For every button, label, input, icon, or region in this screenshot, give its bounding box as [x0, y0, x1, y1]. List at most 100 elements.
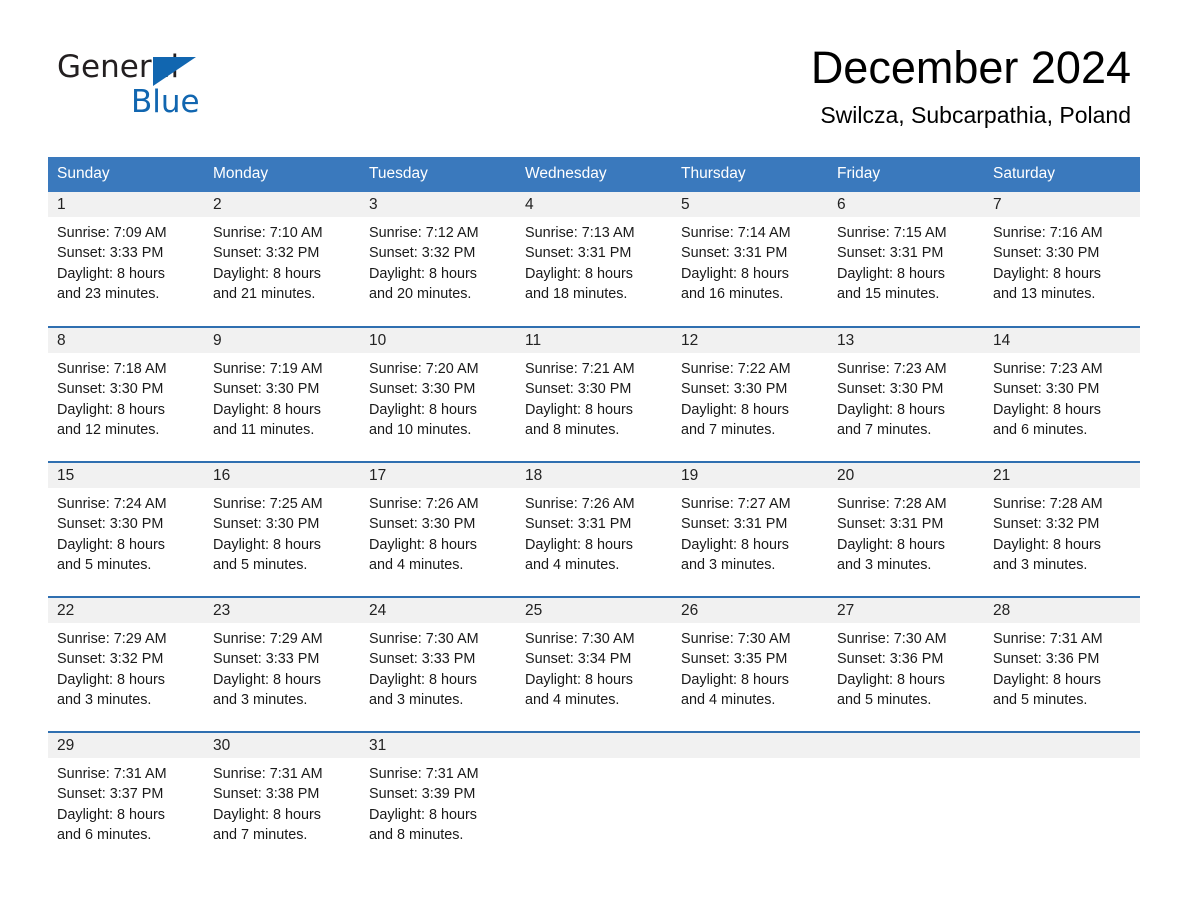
daylight-text-line1: Daylight: 8 hours [57, 536, 165, 553]
day-cell[interactable]: 19 Sunrise: 7:27 AM Sunset: 3:31 PM Dayl… [672, 461, 828, 597]
sunset-text: Sunset: 3:31 PM [837, 516, 944, 533]
day-number: 14 [984, 328, 1140, 353]
sunrise-text: Sunrise: 7:28 AM [837, 496, 947, 512]
daylight-text-line2: and 6 minutes. [57, 826, 152, 843]
sunset-text: Sunset: 3:37 PM [57, 786, 164, 803]
day-cell[interactable]: 31 Sunrise: 7:31 AM Sunset: 3:39 PM Dayl… [360, 731, 516, 867]
day-number: 22 [48, 598, 204, 623]
day-number: 3 [360, 192, 516, 217]
day-cell[interactable]: 13 Sunrise: 7:23 AM Sunset: 3:30 PM Dayl… [828, 326, 984, 462]
day-cell[interactable]: 29 Sunrise: 7:31 AM Sunset: 3:37 PM Dayl… [48, 731, 204, 867]
sunrise-text: Sunrise: 7:29 AM [213, 631, 323, 647]
day-number: 10 [360, 328, 516, 353]
daylight-text-line1: Daylight: 8 hours [369, 671, 477, 688]
day-details: Sunrise: 7:27 AM Sunset: 3:31 PM Dayligh… [672, 488, 828, 575]
day-cell[interactable]: 26 Sunrise: 7:30 AM Sunset: 3:35 PM Dayl… [672, 596, 828, 732]
day-cell[interactable]: 12 Sunrise: 7:22 AM Sunset: 3:30 PM Dayl… [672, 326, 828, 462]
day-cell[interactable]: 1 Sunrise: 7:09 AM Sunset: 3:33 PM Dayli… [48, 192, 204, 327]
daylight-text-line1: Daylight: 8 hours [681, 671, 789, 688]
day-cell[interactable]: 20 Sunrise: 7:28 AM Sunset: 3:31 PM Dayl… [828, 461, 984, 597]
day-cell[interactable]: 15 Sunrise: 7:24 AM Sunset: 3:30 PM Dayl… [48, 461, 204, 597]
day-cell[interactable]: 14 Sunrise: 7:23 AM Sunset: 3:30 PM Dayl… [984, 326, 1140, 462]
day-cell[interactable]: 18 Sunrise: 7:26 AM Sunset: 3:31 PM Dayl… [516, 461, 672, 597]
sunset-text: Sunset: 3:30 PM [57, 381, 164, 398]
weekday-header-row: Sunday Monday Tuesday Wednesday Thursday… [48, 157, 1140, 192]
day-cell-empty [672, 731, 828, 867]
day-cell[interactable]: 30 Sunrise: 7:31 AM Sunset: 3:38 PM Dayl… [204, 731, 360, 867]
daylight-text-line2: and 13 minutes. [993, 285, 1096, 302]
daylight-text-line1: Daylight: 8 hours [213, 536, 321, 553]
sunset-text: Sunset: 3:31 PM [525, 516, 632, 533]
day-details: Sunrise: 7:30 AM Sunset: 3:35 PM Dayligh… [672, 623, 828, 710]
day-cell[interactable]: 2 Sunrise: 7:10 AM Sunset: 3:32 PM Dayli… [204, 192, 360, 327]
daylight-text-line1: Daylight: 8 hours [369, 806, 477, 823]
daylight-text-line1: Daylight: 8 hours [681, 265, 789, 282]
calendar-body: 1 Sunrise: 7:09 AM Sunset: 3:33 PM Dayli… [48, 192, 1140, 867]
calendar-page: General Blue December 2024 Swilcza, Subc… [0, 0, 1188, 918]
sunrise-text: Sunrise: 7:12 AM [369, 225, 479, 241]
day-cell[interactable]: 25 Sunrise: 7:30 AM Sunset: 3:34 PM Dayl… [516, 596, 672, 732]
daylight-text-line1: Daylight: 8 hours [369, 536, 477, 553]
day-cell[interactable]: 27 Sunrise: 7:30 AM Sunset: 3:36 PM Dayl… [828, 596, 984, 732]
day-number: 2 [204, 192, 360, 217]
day-cell[interactable]: 28 Sunrise: 7:31 AM Sunset: 3:36 PM Dayl… [984, 596, 1140, 732]
day-number [984, 733, 1140, 758]
day-cell[interactable]: 24 Sunrise: 7:30 AM Sunset: 3:33 PM Dayl… [360, 596, 516, 732]
sunset-text: Sunset: 3:33 PM [369, 651, 476, 668]
weekday-header-wednesday: Wednesday [516, 157, 672, 192]
day-number: 30 [204, 733, 360, 758]
day-cell[interactable]: 22 Sunrise: 7:29 AM Sunset: 3:32 PM Dayl… [48, 596, 204, 732]
day-number [828, 733, 984, 758]
day-cell[interactable]: 21 Sunrise: 7:28 AM Sunset: 3:32 PM Dayl… [984, 461, 1140, 597]
day-number: 26 [672, 598, 828, 623]
sunrise-text: Sunrise: 7:09 AM [57, 225, 167, 241]
day-cell[interactable]: 10 Sunrise: 7:20 AM Sunset: 3:30 PM Dayl… [360, 326, 516, 462]
day-cell[interactable]: 6 Sunrise: 7:15 AM Sunset: 3:31 PM Dayli… [828, 192, 984, 327]
daylight-text-line2: and 3 minutes. [993, 556, 1088, 573]
daylight-text-line2: and 3 minutes. [213, 691, 308, 708]
title-block: December 2024 Swilcza, Subcarpathia, Pol… [811, 44, 1131, 129]
day-number: 29 [48, 733, 204, 758]
day-number: 19 [672, 463, 828, 488]
weekday-header-thursday: Thursday [672, 157, 828, 192]
daylight-text-line2: and 7 minutes. [681, 421, 776, 438]
daylight-text-line2: and 18 minutes. [525, 285, 628, 302]
day-details: Sunrise: 7:25 AM Sunset: 3:30 PM Dayligh… [204, 488, 360, 575]
day-cell[interactable]: 9 Sunrise: 7:19 AM Sunset: 3:30 PM Dayli… [204, 326, 360, 462]
day-number: 7 [984, 192, 1140, 217]
day-cell[interactable]: 8 Sunrise: 7:18 AM Sunset: 3:30 PM Dayli… [48, 326, 204, 462]
general-blue-logo[interactable]: General Blue [57, 52, 317, 118]
daylight-text-line1: Daylight: 8 hours [681, 401, 789, 418]
day-cell[interactable]: 11 Sunrise: 7:21 AM Sunset: 3:30 PM Dayl… [516, 326, 672, 462]
day-cell[interactable]: 16 Sunrise: 7:25 AM Sunset: 3:30 PM Dayl… [204, 461, 360, 597]
daylight-text-line1: Daylight: 8 hours [213, 265, 321, 282]
day-details: Sunrise: 7:20 AM Sunset: 3:30 PM Dayligh… [360, 353, 516, 440]
day-number: 25 [516, 598, 672, 623]
day-cell[interactable]: 3 Sunrise: 7:12 AM Sunset: 3:32 PM Dayli… [360, 192, 516, 327]
daylight-text-line1: Daylight: 8 hours [993, 401, 1101, 418]
sunrise-text: Sunrise: 7:26 AM [525, 496, 635, 512]
sunset-text: Sunset: 3:32 PM [213, 245, 320, 262]
day-details: Sunrise: 7:23 AM Sunset: 3:30 PM Dayligh… [828, 353, 984, 440]
day-cell[interactable]: 5 Sunrise: 7:14 AM Sunset: 3:31 PM Dayli… [672, 192, 828, 327]
day-details: Sunrise: 7:29 AM Sunset: 3:33 PM Dayligh… [204, 623, 360, 710]
sunset-text: Sunset: 3:34 PM [525, 651, 632, 668]
day-details: Sunrise: 7:21 AM Sunset: 3:30 PM Dayligh… [516, 353, 672, 440]
day-details: Sunrise: 7:23 AM Sunset: 3:30 PM Dayligh… [984, 353, 1140, 440]
daylight-text-line2: and 12 minutes. [57, 421, 160, 438]
daylight-text-line2: and 5 minutes. [57, 556, 152, 573]
daylight-text-line2: and 4 minutes. [525, 691, 620, 708]
sunset-text: Sunset: 3:33 PM [57, 245, 164, 262]
daylight-text-line2: and 10 minutes. [369, 421, 472, 438]
day-cell[interactable]: 7 Sunrise: 7:16 AM Sunset: 3:30 PM Dayli… [984, 192, 1140, 327]
day-details: Sunrise: 7:10 AM Sunset: 3:32 PM Dayligh… [204, 217, 360, 304]
sunrise-text: Sunrise: 7:30 AM [681, 631, 791, 647]
sunset-text: Sunset: 3:30 PM [525, 381, 632, 398]
day-number [516, 733, 672, 758]
day-cell[interactable]: 4 Sunrise: 7:13 AM Sunset: 3:31 PM Dayli… [516, 192, 672, 327]
day-cell[interactable]: 17 Sunrise: 7:26 AM Sunset: 3:30 PM Dayl… [360, 461, 516, 597]
day-details [516, 758, 672, 764]
day-cell[interactable]: 23 Sunrise: 7:29 AM Sunset: 3:33 PM Dayl… [204, 596, 360, 732]
day-details: Sunrise: 7:26 AM Sunset: 3:31 PM Dayligh… [516, 488, 672, 575]
daylight-text-line1: Daylight: 8 hours [525, 265, 633, 282]
